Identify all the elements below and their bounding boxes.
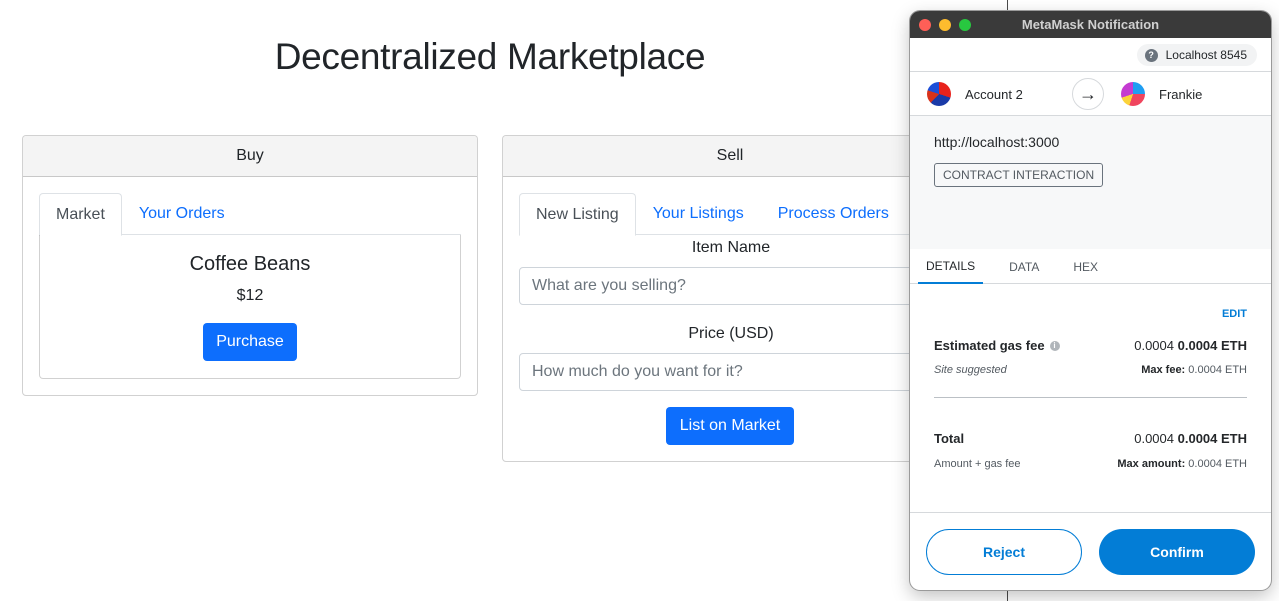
origin-panel: http://localhost:3000 CONTRACT INTERACTI… [910,116,1271,249]
tab-hex[interactable]: HEX [1065,249,1106,284]
edit-link[interactable]: EDIT [1222,308,1247,320]
max-amount: Max amount: 0.0004 ETH [1117,458,1247,470]
metamask-window: MetaMask Notification ? Localhost 8545 A… [910,11,1271,590]
price-label: Price (USD) [688,325,774,342]
maximize-window-button[interactable] [959,19,971,31]
minimize-window-button[interactable] [939,19,951,31]
gas-fee-label-text: Estimated gas fee [934,338,1045,353]
product-price: $12 [236,287,264,304]
list-on-market-button[interactable]: List on Market [666,407,794,445]
tab-data[interactable]: DATA [1001,249,1047,284]
from-account-name: Account 2 [965,86,1023,102]
confirm-button[interactable]: Confirm [1099,529,1255,575]
page-title: Decentralized Marketplace [274,36,706,77]
total-label: Total [934,431,965,446]
network-selector[interactable]: ? Localhost 8545 [1136,44,1257,66]
to-account-avatar [1121,82,1145,106]
max-fee: Max fee: 0.0004 ETH [1141,364,1247,376]
site-suggested-label: Site suggested [934,364,1007,376]
item-name-input[interactable] [519,267,943,305]
product-card: Coffee Beans $12 Purchase [39,235,461,379]
item-name-label: Item Name [691,239,771,256]
reject-button[interactable]: Reject [926,529,1082,575]
to-account[interactable]: Frankie [1121,82,1202,106]
total-amount: 0.0004 [1134,431,1174,446]
max-fee-value: 0.0004 ETH [1188,364,1247,376]
origin-url: http://localhost:3000 [934,134,1060,150]
action-footer: Reject Confirm [910,512,1271,590]
buy-card-header: Buy [23,136,477,177]
sell-card-header: Sell [503,136,957,177]
help-icon: ? [1144,48,1158,62]
tab-new-listing[interactable]: New Listing [519,193,636,236]
info-icon[interactable]: i [1049,340,1060,351]
purchase-button[interactable]: Purchase [203,323,297,361]
gas-fee-amount: 0.0004 [1134,338,1174,353]
details-divider [934,397,1247,398]
buy-card: Buy Market Your Orders Coffee Beans $12 … [22,135,478,396]
buy-tabs: Market Your Orders [39,193,461,236]
max-amount-value: 0.0004 ETH [1188,458,1247,470]
arrow-right-icon: → [1072,78,1104,110]
metamask-titlebar: MetaMask Notification [910,11,1271,38]
contract-interaction-badge: CONTRACT INTERACTION [934,163,1104,187]
gas-fee-label: Estimated gas fee i [934,338,1060,353]
gas-fee-amount-eth: 0.0004 ETH [1177,338,1247,353]
sell-tabs: New Listing Your Listings Process Orders [519,193,943,236]
tab-market[interactable]: Market [39,193,122,236]
tab-your-orders[interactable]: Your Orders [122,193,242,235]
gas-fee-value: 0.0004 0.0004 ETH [1134,338,1247,353]
product-name: Coffee Beans [189,253,311,275]
max-fee-label: Max fee: [1141,364,1186,376]
from-account[interactable]: Account 2 [927,82,1023,106]
tab-your-listings[interactable]: Your Listings [636,193,761,235]
tab-process-orders[interactable]: Process Orders [761,193,906,235]
amount-gas-fee-label: Amount + gas fee [934,458,1021,470]
from-account-avatar [927,82,951,106]
metamask-tabs: DETAILS DATA HEX [910,249,1271,284]
details-panel: EDIT Estimated gas fee i 0.0004 0.0004 E… [910,284,1271,514]
close-window-button[interactable] [919,19,931,31]
network-name: Localhost 8545 [1165,48,1247,62]
tab-details[interactable]: DETAILS [918,249,984,284]
price-input[interactable] [519,353,943,391]
account-transfer-bar: Account 2 → Frankie [910,72,1271,116]
total-value: 0.0004 0.0004 ETH [1134,431,1247,446]
max-amount-label: Max amount: [1117,458,1186,470]
to-account-name: Frankie [1159,86,1203,102]
network-bar: ? Localhost 8545 [910,38,1271,72]
window-title: MetaMask Notification [1021,17,1160,32]
sell-card: Sell New Listing Your Listings Process O… [502,135,958,462]
total-amount-eth: 0.0004 ETH [1177,431,1247,446]
